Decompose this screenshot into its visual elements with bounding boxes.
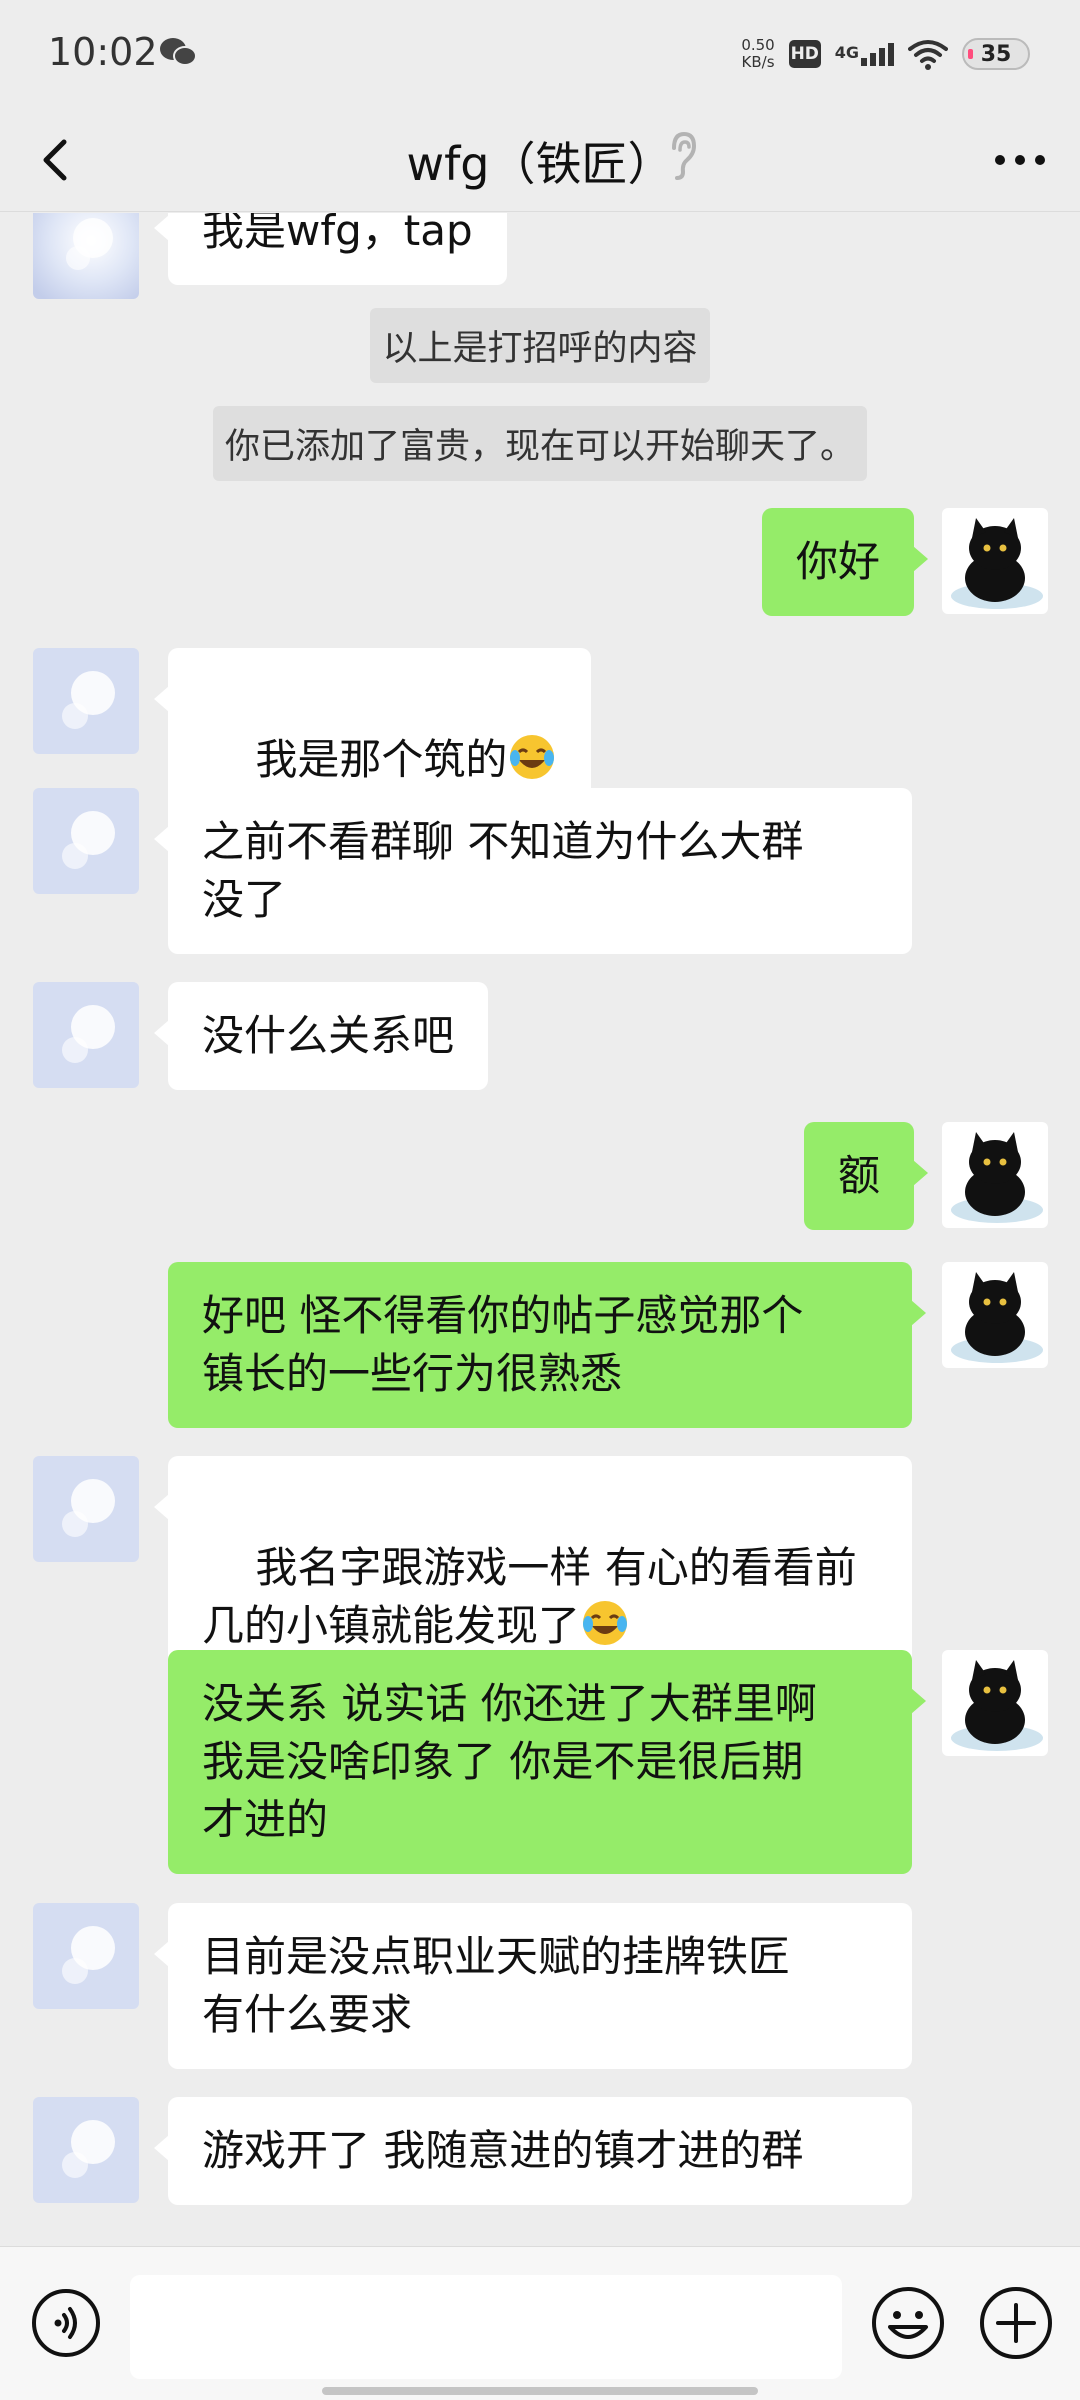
my-avatar[interactable] — [942, 1122, 1048, 1228]
system-notice-text: 以上是打招呼的内容 — [370, 308, 710, 383]
contact-avatar[interactable] — [33, 1903, 139, 2009]
system-notice-text: 你已添加了富贵，现在可以开始聊天了。 — [212, 406, 867, 481]
chat-message-list[interactable]: 我是wfg，tap 以上是打招呼的内容 你已添加了富贵，现在可以开始聊天了。 你… — [0, 213, 1080, 2246]
more-options-icon[interactable] — [988, 140, 1052, 180]
contact-avatar[interactable] — [33, 213, 139, 299]
contact-avatar[interactable] — [33, 2097, 139, 2203]
system-notice: 以上是打招呼的内容 — [0, 308, 1080, 383]
plus-icon[interactable] — [978, 2285, 1054, 2361]
cellular-signal-icon: 4G — [834, 42, 894, 66]
incoming-message[interactable]: 目前是没点职业天赋的挂牌铁匠 有什么要求 — [154, 1903, 912, 2069]
emoji-icon[interactable] — [870, 2285, 946, 2361]
status-bar: 10:02 0.50 KB/s HD 4G 35 — [0, 0, 1080, 108]
contact-avatar[interactable] — [33, 788, 139, 894]
contact-avatar[interactable] — [33, 648, 139, 754]
incoming-message[interactable]: 没什么关系吧 — [153, 982, 489, 1090]
incoming-message-text: 我是那个筑的 — [255, 735, 508, 784]
outgoing-message[interactable]: 好吧 怪不得看你的帖子感觉那个 镇长的一些行为很熟悉 — [168, 1262, 926, 1428]
status-time: 10:02 — [48, 30, 158, 74]
battery-icon: 35 — [962, 38, 1030, 70]
my-avatar[interactable] — [942, 1262, 1048, 1368]
status-indicators: 0.50 KB/s HD 4G 35 — [741, 30, 1030, 78]
contact-avatar[interactable] — [33, 1456, 139, 1562]
outgoing-message[interactable]: 没关系 说实话 你还进了大群里啊 我是没啥印象了 你是不是很后期 才进的 — [168, 1650, 926, 1874]
network-speed: 0.50 KB/s — [741, 37, 774, 71]
outgoing-message[interactable]: 你好 — [761, 508, 929, 616]
wechat-notification-icon — [160, 38, 197, 66]
network-type: 4G — [834, 42, 859, 62]
incoming-message-text: 我名字跟游戏一样 有心的看看前 几的小镇就能发现了 — [202, 1543, 857, 1650]
system-notice: 你已添加了富贵，现在可以开始聊天了。 — [0, 406, 1080, 481]
outgoing-message[interactable]: 额 — [803, 1122, 929, 1230]
battery-level: 35 — [980, 41, 1012, 67]
incoming-message[interactable]: 之前不看群聊 不知道为什么大群 没了 — [154, 788, 912, 954]
message-input[interactable] — [130, 2275, 842, 2379]
chat-title-wrap: wfg（铁匠） — [0, 128, 1080, 194]
my-avatar[interactable] — [942, 1650, 1048, 1756]
laugh-cry-emoji — [583, 1601, 628, 1645]
chat-title: wfg（铁匠） — [406, 137, 674, 191]
home-indicator[interactable] — [322, 2387, 758, 2395]
wifi-icon — [908, 40, 948, 70]
earpiece-mode-icon — [672, 131, 697, 180]
network-speed-value: 0.50 — [741, 36, 775, 54]
incoming-message[interactable]: 游戏开了 我随意进的镇才进的群 — [154, 2097, 912, 2205]
message-input-bar — [0, 2246, 1080, 2400]
chat-header: wfg（铁匠） — [0, 108, 1080, 212]
my-avatar[interactable] — [942, 508, 1048, 614]
contact-avatar[interactable] — [33, 982, 139, 1088]
laugh-cry-emoji — [510, 735, 555, 779]
network-speed-unit: KB/s — [741, 53, 775, 71]
hd-icon: HD — [788, 40, 821, 68]
voice-input-icon[interactable] — [30, 2287, 102, 2359]
incoming-message[interactable]: 我是wfg，tap — [154, 213, 507, 285]
